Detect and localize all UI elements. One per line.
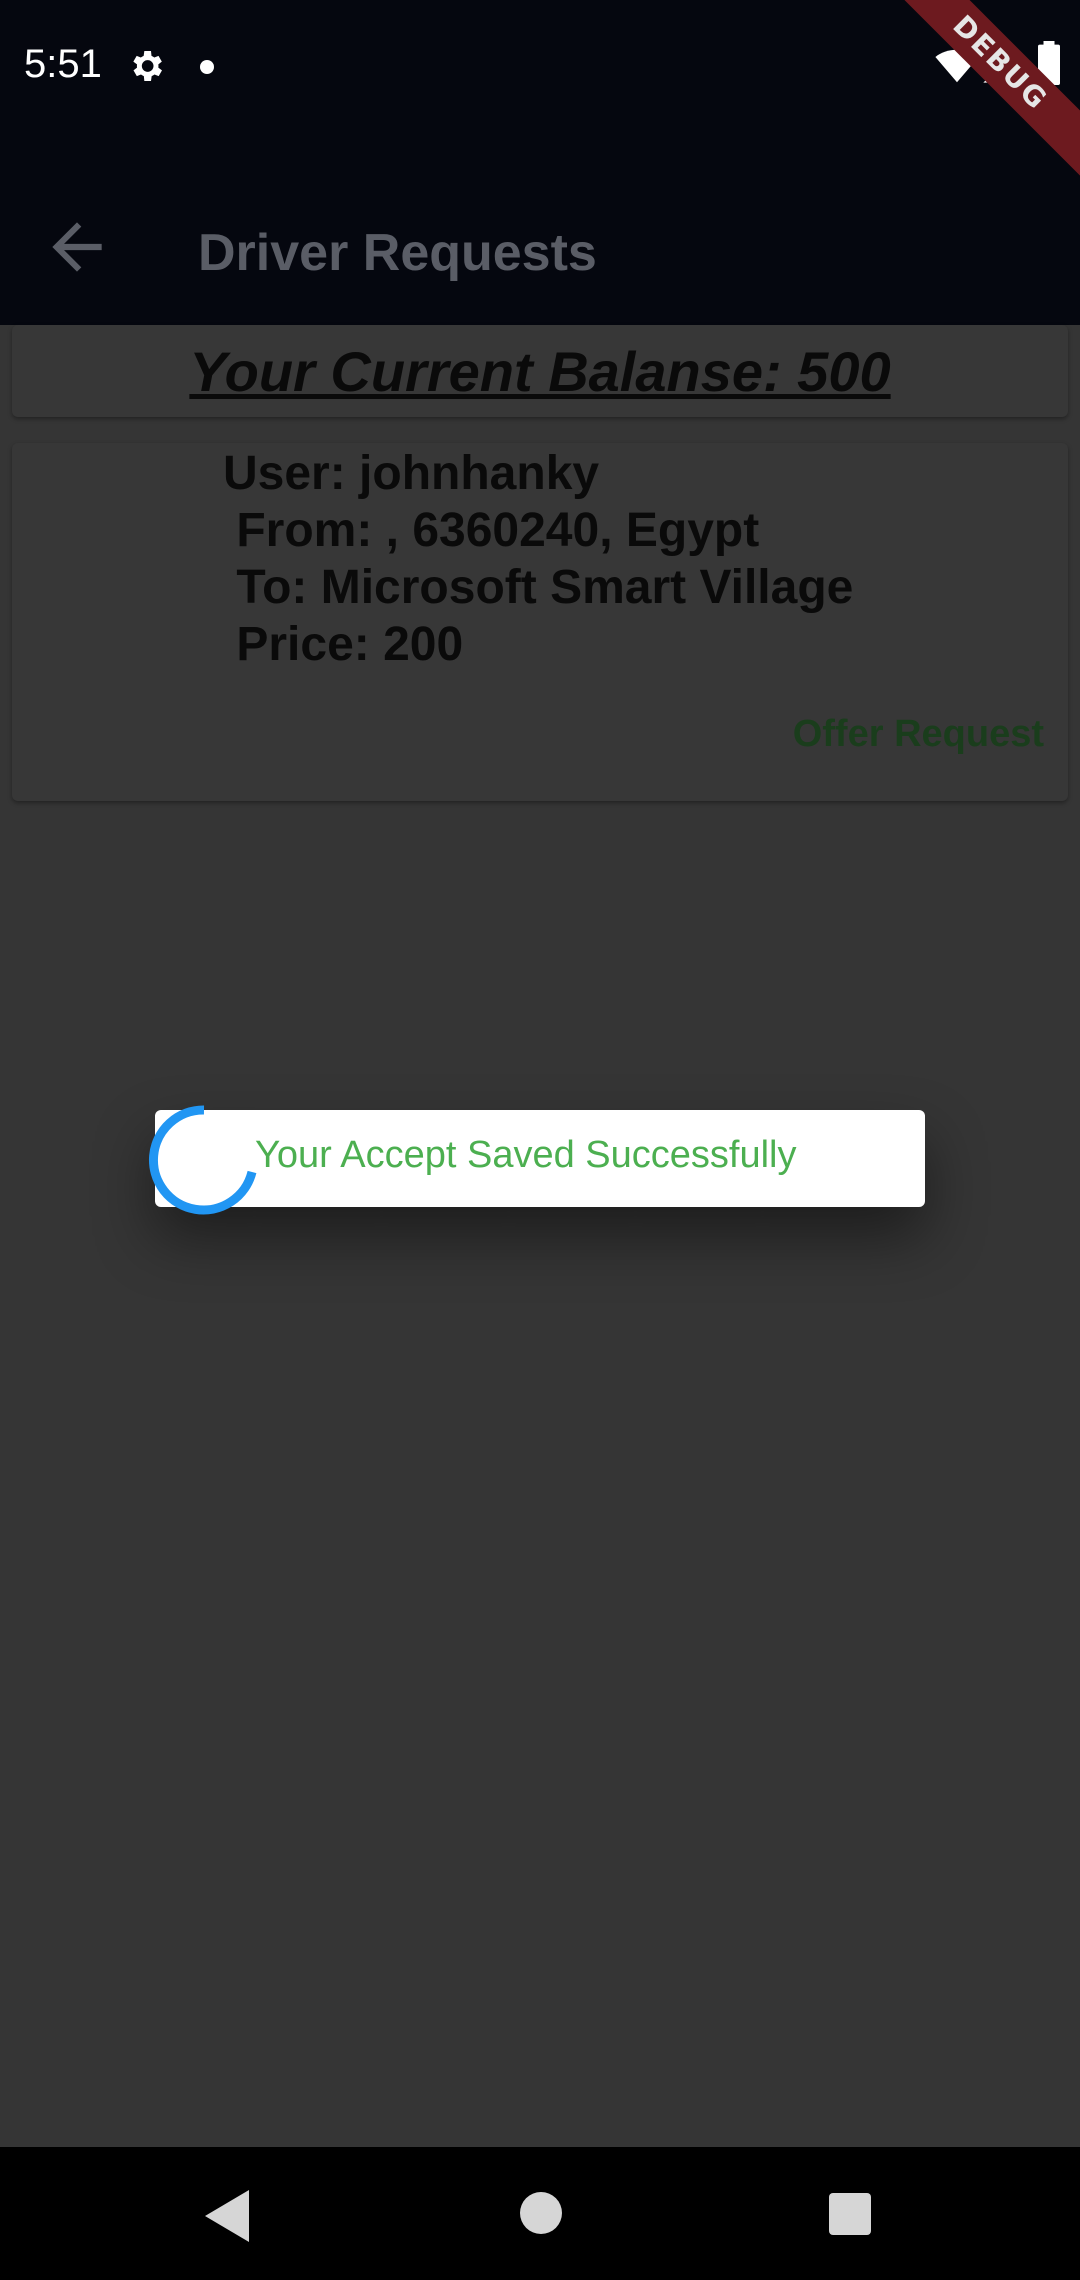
- request-card: User: johnhanky From: , 6360240, Egypt T…: [12, 443, 1068, 801]
- loading-spinner-icon: [148, 1105, 257, 1215]
- request-from: From: , 6360240, Egypt: [223, 504, 760, 557]
- status-bar: 5:51: [0, 0, 1080, 135]
- back-arrow-icon[interactable]: [40, 210, 114, 284]
- request-user: User: johnhanky: [223, 447, 600, 500]
- page-title: Driver Requests: [198, 224, 597, 282]
- balance-text: Your Current Balanse: 500: [189, 340, 891, 403]
- request-to: To: Microsoft Smart Village: [223, 561, 854, 614]
- app-bar: Driver Requests: [0, 135, 1080, 325]
- status-time: 5:51: [24, 42, 102, 86]
- nav-back-icon[interactable]: [205, 2190, 253, 2242]
- system-nav-bar: [0, 2147, 1080, 2280]
- success-toast: Your Accept Saved Successfully: [155, 1110, 925, 1207]
- nav-home-icon[interactable]: [520, 2192, 562, 2234]
- offer-request-button[interactable]: Offer Request: [793, 713, 1044, 756]
- balance-card: Your Current Balanse: 500: [12, 325, 1068, 417]
- request-price: Price: 200: [223, 618, 464, 671]
- notification-dot-icon: [200, 60, 214, 74]
- toast-message: Your Accept Saved Successfully: [255, 1134, 797, 1176]
- nav-recents-icon[interactable]: [829, 2193, 871, 2235]
- gear-icon: [133, 51, 162, 81]
